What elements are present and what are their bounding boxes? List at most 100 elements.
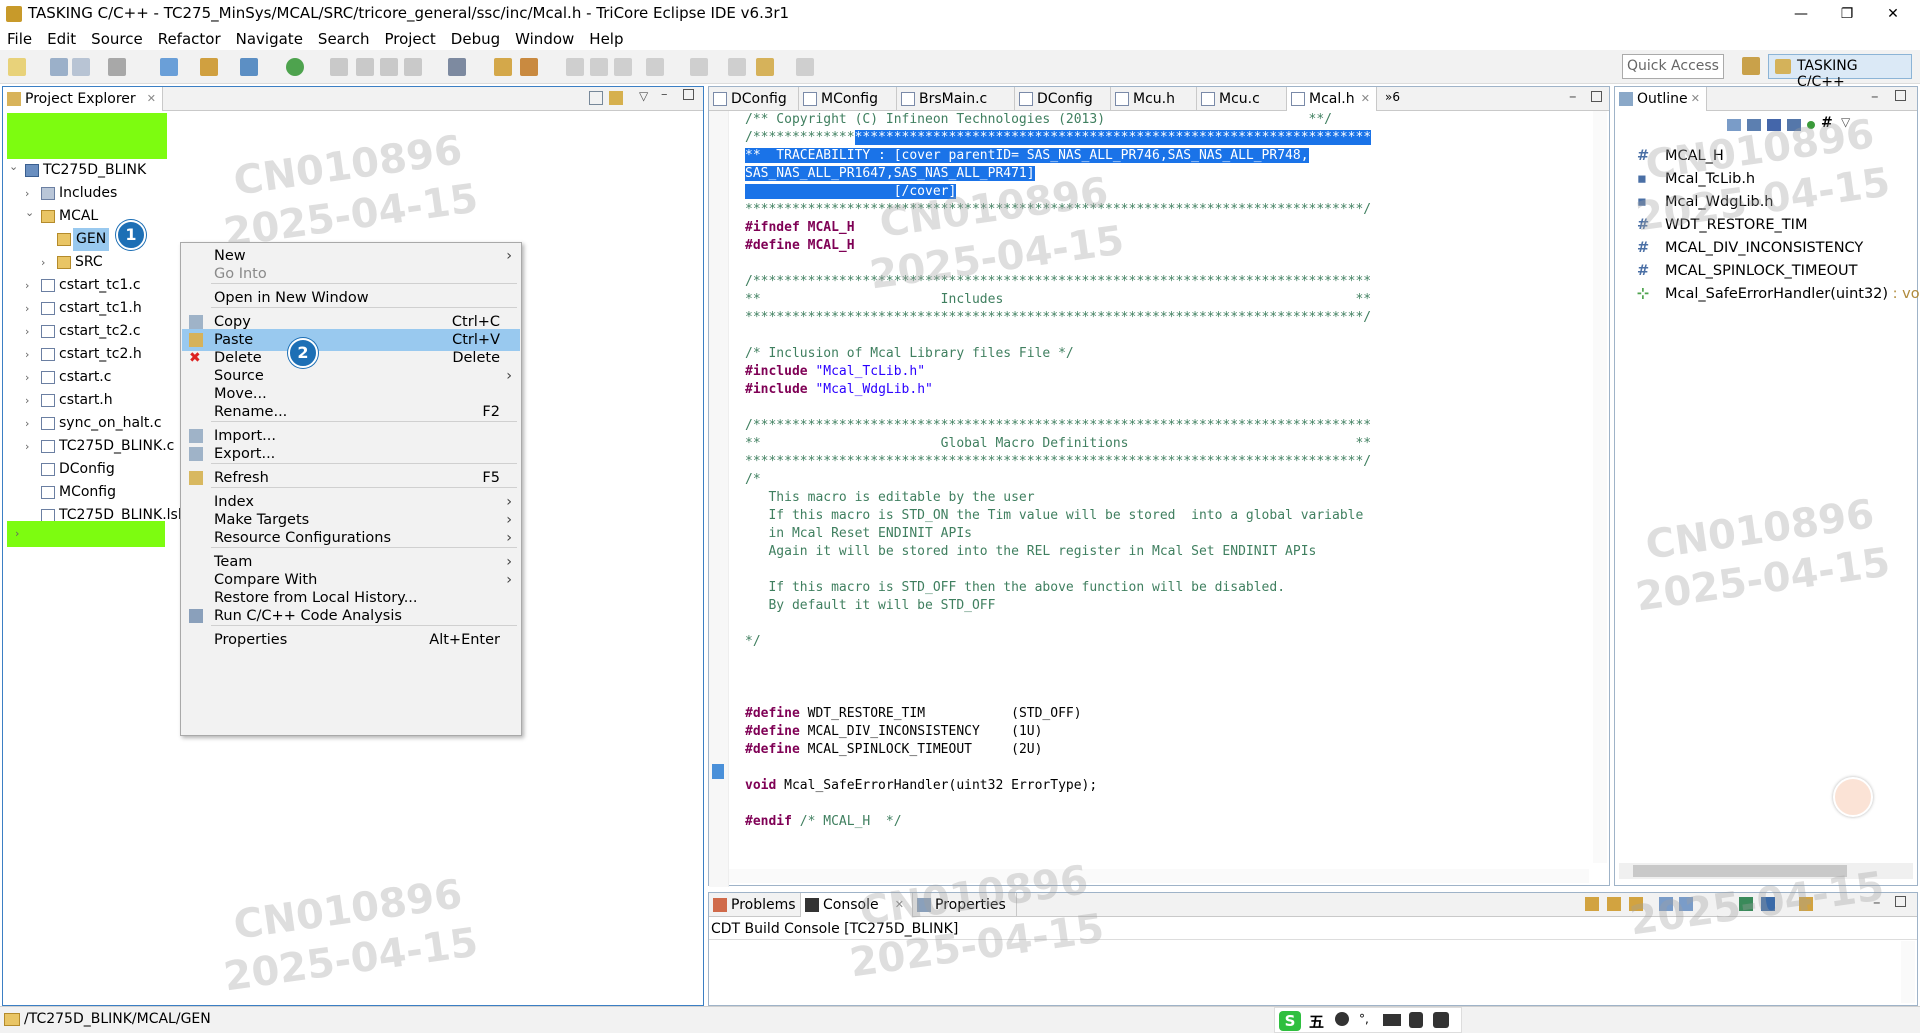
show-whitespace-icon[interactable] bbox=[404, 58, 422, 76]
menu-window[interactable]: Window bbox=[508, 28, 582, 50]
open-resource-icon[interactable] bbox=[494, 58, 512, 76]
context-menu-item-export[interactable]: Export... bbox=[182, 443, 520, 465]
outline-item[interactable]: # MCAL_H bbox=[1637, 145, 1920, 168]
tab-outline[interactable]: Outline ✕ bbox=[1615, 87, 1707, 111]
new-icon[interactable] bbox=[8, 58, 26, 76]
context-menu-item-properties[interactable]: Properties Alt+Enter bbox=[182, 629, 520, 651]
context-menu-item-refresh[interactable]: Refresh F5 bbox=[182, 467, 520, 489]
scroll-lock-icon[interactable] bbox=[1585, 897, 1599, 911]
outline-item[interactable]: ▪ Mcal_TcLib.h bbox=[1637, 168, 1920, 191]
maximize-view-icon[interactable] bbox=[683, 89, 694, 100]
restore-button[interactable]: ❐ bbox=[1824, 0, 1870, 28]
tab-console[interactable]: Console ✕ bbox=[801, 893, 913, 917]
tab-dconfig[interactable]: DConfig bbox=[1015, 87, 1111, 111]
menu-project[interactable]: Project bbox=[377, 28, 443, 50]
close-button[interactable]: ✕ bbox=[1870, 0, 1916, 28]
menu-source[interactable]: Source bbox=[84, 28, 151, 50]
context-menu-item-run-c-c-code-analysis[interactable]: Run C/C++ Code Analysis bbox=[182, 605, 520, 627]
search-icon[interactable] bbox=[330, 58, 348, 76]
perspective-tasking[interactable]: TASKING C/C++ bbox=[1768, 54, 1912, 90]
expand-icon[interactable]: › bbox=[15, 527, 19, 540]
pin-icon[interactable] bbox=[1629, 897, 1643, 911]
menu-refactor[interactable]: Refactor bbox=[151, 28, 229, 50]
tab-overflow[interactable]: »6 bbox=[1385, 90, 1400, 104]
punct-icon[interactable]: °, bbox=[1359, 1012, 1369, 1026]
open-perspective-icon[interactable] bbox=[1742, 57, 1760, 75]
block-select-icon[interactable] bbox=[380, 58, 398, 76]
expand-icon[interactable]: › bbox=[25, 389, 37, 412]
horizontal-scrollbar[interactable] bbox=[1619, 863, 1913, 879]
format-icon[interactable] bbox=[590, 58, 608, 76]
outline-item[interactable]: # MCAL_SPINLOCK_TIMEOUT bbox=[1637, 260, 1920, 283]
forward-icon[interactable] bbox=[796, 58, 814, 76]
expand-icon[interactable]: › bbox=[25, 297, 37, 320]
collapse-icon[interactable]: ⌄ bbox=[25, 201, 37, 224]
context-menu-item-rename[interactable]: Rename... F2 bbox=[182, 401, 520, 423]
view-menu-icon[interactable]: ▽ bbox=[639, 89, 648, 103]
context-menu-item-open-in-new-window[interactable]: Open in New Window bbox=[182, 287, 520, 309]
menu-help[interactable]: Help bbox=[582, 28, 631, 50]
horizontal-scrollbar[interactable] bbox=[729, 869, 1589, 883]
context-menu-item-resource-configurations[interactable]: Resource Configurations › bbox=[182, 527, 520, 549]
new-console-icon[interactable] bbox=[1799, 897, 1813, 911]
wand-icon[interactable] bbox=[520, 58, 538, 76]
menu-navigate[interactable]: Navigate bbox=[229, 28, 311, 50]
menu-file[interactable]: File bbox=[0, 28, 40, 50]
tab-mcu-h[interactable]: Mcu.h bbox=[1111, 87, 1197, 111]
maximize-view-icon[interactable] bbox=[1895, 90, 1906, 101]
sort-icon[interactable] bbox=[1747, 119, 1761, 131]
close-icon[interactable]: ✕ bbox=[1361, 87, 1370, 111]
hide-macros-icon[interactable]: # bbox=[1821, 115, 1833, 131]
minimize-view-icon[interactable]: – bbox=[661, 87, 668, 102]
collapse-all-icon[interactable] bbox=[1727, 119, 1741, 131]
expand-icon[interactable]: › bbox=[25, 343, 37, 366]
user-icon[interactable] bbox=[1409, 1012, 1423, 1028]
hide-static-icon[interactable] bbox=[1787, 119, 1801, 131]
layout-icon[interactable] bbox=[614, 58, 632, 76]
expand-icon[interactable]: › bbox=[25, 435, 37, 458]
build-icon[interactable] bbox=[108, 58, 126, 76]
tab-project-explorer[interactable]: Project Explorer ✕ bbox=[3, 87, 163, 111]
scrollbar-thumb[interactable] bbox=[1633, 865, 1847, 877]
pen-icon[interactable] bbox=[566, 58, 584, 76]
vertical-scrollbar[interactable] bbox=[1901, 941, 1915, 1003]
expand-icon[interactable]: › bbox=[25, 274, 37, 297]
hide-nonpublic-icon[interactable] bbox=[1807, 121, 1815, 129]
maximize-view-icon[interactable] bbox=[1591, 91, 1602, 102]
prev-annotation-icon[interactable] bbox=[690, 58, 708, 76]
minimize-view-icon[interactable]: – bbox=[1873, 893, 1881, 911]
tab-mcu-c[interactable]: Mcu.c bbox=[1197, 87, 1287, 111]
tab-mconfig[interactable]: MConfig bbox=[799, 87, 897, 111]
menu-edit[interactable]: Edit bbox=[40, 28, 84, 50]
gear-icon[interactable] bbox=[448, 58, 466, 76]
expand-icon[interactable]: › bbox=[25, 320, 37, 343]
expand-icon[interactable]: › bbox=[25, 412, 37, 435]
minimize-view-icon[interactable]: – bbox=[1871, 87, 1879, 105]
assistant-avatar[interactable] bbox=[1833, 777, 1873, 817]
code-area[interactable]: /** Copyright (C) Infineon Technologies … bbox=[745, 111, 1372, 831]
scroll-up-icon[interactable] bbox=[1607, 897, 1621, 911]
new-class-icon[interactable] bbox=[240, 58, 258, 76]
tab-mcal-h[interactable]: Mcal.h ✕ bbox=[1287, 87, 1377, 111]
display-console-icon[interactable] bbox=[1739, 897, 1753, 911]
toggle-mark-icon[interactable] bbox=[356, 58, 374, 76]
minimize-view-icon[interactable]: – bbox=[1569, 87, 1577, 105]
grid-icon[interactable] bbox=[1433, 1012, 1449, 1028]
expand-icon[interactable]: › bbox=[41, 251, 53, 274]
tab-brsmain-c[interactable]: BrsMain.c bbox=[897, 87, 1015, 111]
save-all-icon[interactable] bbox=[72, 58, 90, 76]
tab-dconfig[interactable]: DConfig bbox=[709, 87, 799, 111]
maximize-view-icon[interactable] bbox=[1895, 896, 1906, 907]
last-edit-icon[interactable] bbox=[728, 58, 746, 76]
close-icon[interactable]: ✕ bbox=[1691, 87, 1700, 111]
vertical-scrollbar[interactable] bbox=[1593, 111, 1607, 863]
quick-access-input[interactable]: Quick Access bbox=[1622, 54, 1724, 79]
tab-problems[interactable]: Problems bbox=[709, 893, 801, 917]
collapse-icon[interactable]: ⌄ bbox=[9, 155, 21, 178]
link-editor-icon[interactable] bbox=[609, 91, 623, 105]
run-icon[interactable] bbox=[286, 58, 304, 76]
save-icon[interactable] bbox=[50, 58, 68, 76]
outline-item[interactable]: ▪ Mcal_WdgLib.h bbox=[1637, 191, 1920, 214]
collapse-all-icon[interactable] bbox=[589, 91, 603, 105]
expand-icon[interactable]: › bbox=[25, 366, 37, 389]
